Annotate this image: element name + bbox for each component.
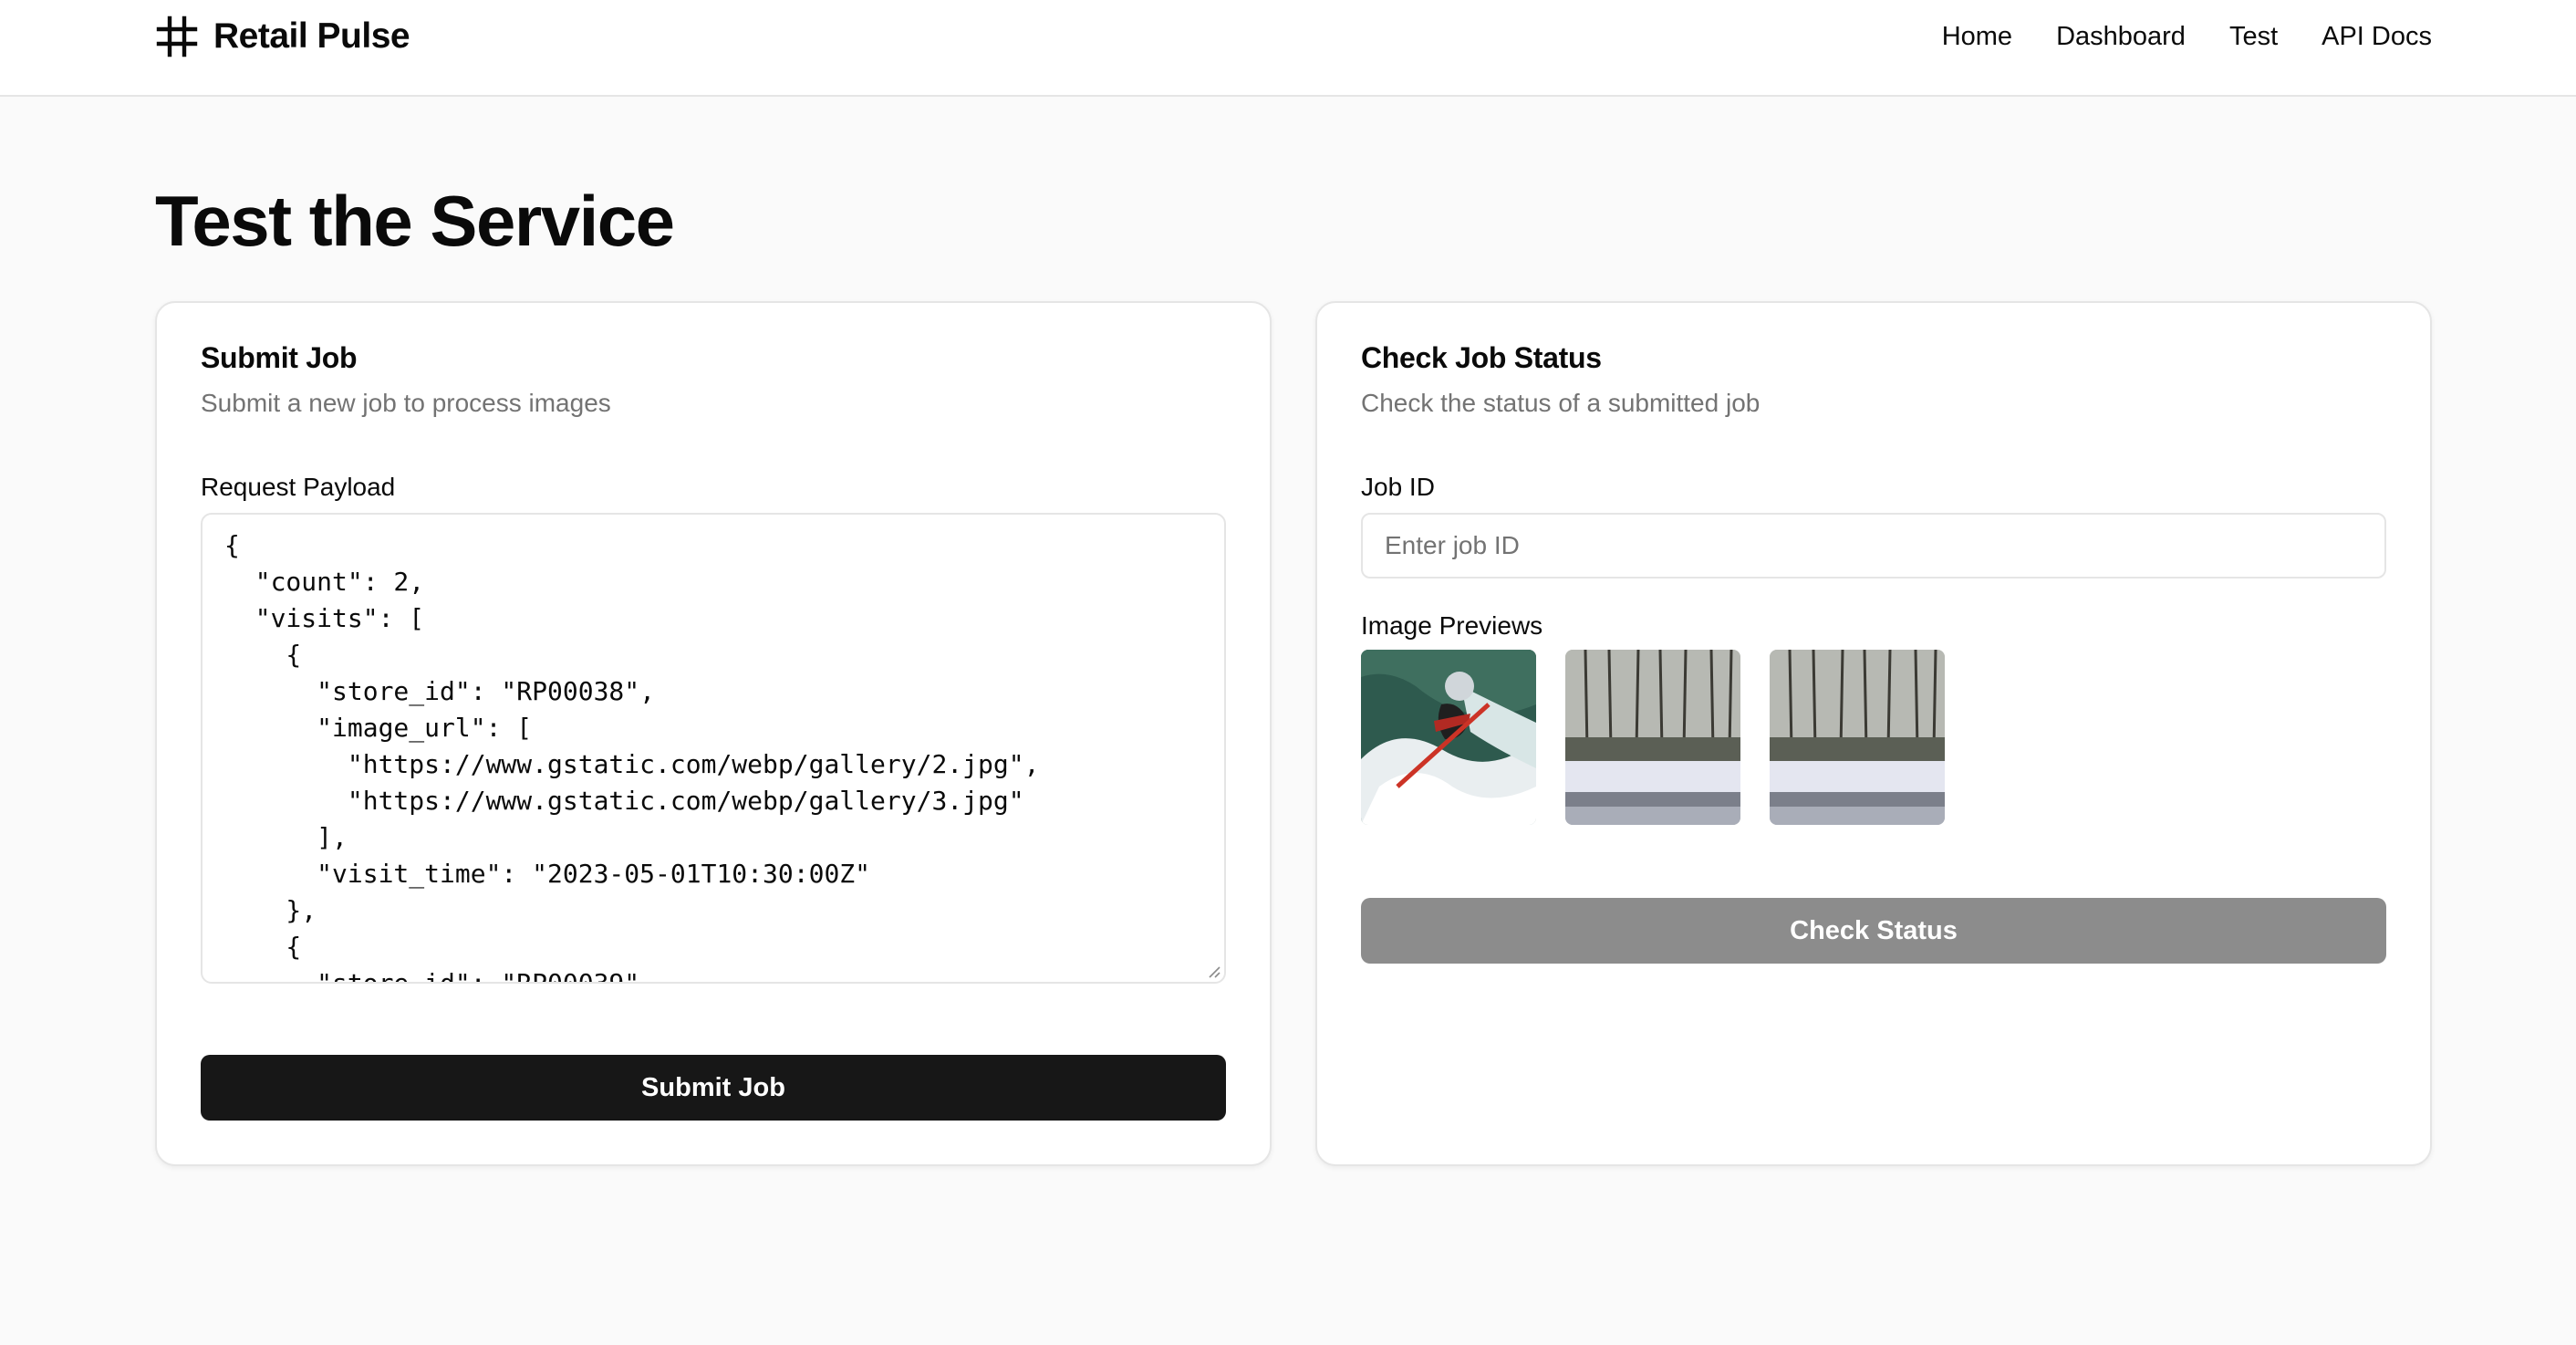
request-payload-label: Request Payload <box>201 473 396 501</box>
snowy-trees-photo <box>1770 650 1945 825</box>
submit-job-description: Submit a new job to process images <box>201 389 611 417</box>
check-status-title: Check Job Status <box>1361 341 1602 374</box>
top-navbar: Retail Pulse Home Dashboard Test API Doc… <box>0 0 2576 97</box>
check-status-card: Check Job Status Check the status of a s… <box>1315 301 2432 1166</box>
job-id-label: Job ID <box>1361 473 1435 501</box>
page-title: Test the Service <box>155 181 675 261</box>
resize-handle-icon[interactable] <box>1206 964 1220 978</box>
submit-job-button[interactable]: Submit Job <box>201 1055 1226 1121</box>
nav-link-dashboard[interactable]: Dashboard <box>2056 22 2186 52</box>
job-id-input[interactable] <box>1361 513 2386 579</box>
brand[interactable]: Retail Pulse <box>155 13 410 60</box>
hash-icon <box>156 16 198 57</box>
submit-job-title: Submit Job <box>201 341 358 374</box>
kayaker-photo <box>1361 650 1536 825</box>
nav-link-home[interactable]: Home <box>1942 22 2012 52</box>
brand-name: Retail Pulse <box>213 16 410 56</box>
nav-link-api-docs[interactable]: API Docs <box>2322 22 2432 52</box>
submit-job-card: Submit Job Submit a new job to process i… <box>155 301 1272 1166</box>
main-nav: Home Dashboard Test API Docs <box>1942 16 2432 57</box>
request-payload-textarea[interactable]: { "count": 2, "visits": [ { "store_id": … <box>201 513 1226 984</box>
check-status-description: Check the status of a submitted job <box>1361 389 1761 417</box>
check-status-button[interactable]: Check Status <box>1361 898 2386 964</box>
nav-link-test[interactable]: Test <box>2229 22 2278 52</box>
snowy-trees-photo <box>1565 650 1740 825</box>
image-previews-label: Image Previews <box>1361 611 1543 640</box>
request-payload-text: { "count": 2, "visits": [ { "store_id": … <box>224 530 1040 984</box>
image-previews <box>1361 650 1945 825</box>
